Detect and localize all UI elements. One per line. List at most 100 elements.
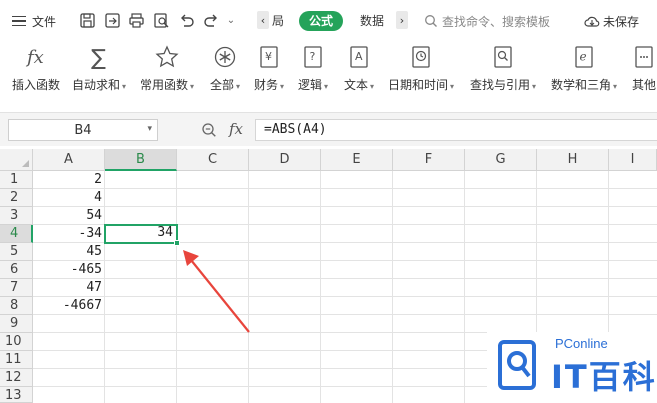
common-functions-label: 常用函数 (140, 78, 189, 92)
cell-a3[interactable]: 54 (33, 207, 105, 225)
file-menu-label: 文件 (32, 14, 57, 29)
sigma-icon: ∑ (86, 44, 112, 70)
row-header-8[interactable]: 8 (0, 297, 33, 315)
svg-text:A: A (355, 50, 363, 63)
quick-access-dropdown-icon[interactable]: ⌄ (226, 12, 236, 29)
row-header-13[interactable]: 13 (0, 387, 33, 403)
formula-input[interactable]: =ABS(A4) (255, 119, 657, 141)
redo-icon[interactable] (203, 12, 220, 29)
insert-function-button[interactable]: fx 插入函数 (12, 44, 60, 96)
cell-b4-selected[interactable]: 34 (104, 224, 178, 244)
column-header-f[interactable]: F (393, 149, 465, 171)
insert-function-label: 插入函数 (12, 78, 61, 92)
name-box[interactable]: B4 ▾ (8, 119, 158, 141)
cell-a4[interactable]: -34 (33, 225, 105, 243)
file-menu[interactable]: 文件 (12, 10, 56, 32)
formula-bar: B4 ▾ fx =ABS(A4) (0, 112, 657, 146)
autosum-label: 自动求和 (72, 78, 121, 92)
row-header-1[interactable]: 1 (0, 171, 33, 189)
search-icon (425, 15, 437, 27)
row-header-9[interactable]: 9 (0, 315, 33, 333)
cell-a8[interactable]: -4667 (33, 297, 105, 315)
cell-a5[interactable]: 45 (33, 243, 105, 261)
tab-scroll-left-icon[interactable]: ‹ (257, 11, 269, 29)
row-header-4[interactable]: 4 (0, 225, 33, 243)
print-preview-icon[interactable] (153, 12, 170, 29)
chevron-down-icon: ▾ (122, 82, 127, 91)
lookup-reference-button[interactable]: 查找与引用 ▾ (470, 44, 536, 96)
cloud-icon (584, 16, 600, 27)
chevron-down-icon: ▾ (190, 82, 195, 91)
column-header-a[interactable]: A (33, 149, 105, 171)
autosum-button[interactable]: ∑ 自动求和 ▾ (72, 44, 126, 96)
row-header-12[interactable]: 12 (0, 369, 33, 387)
financial-button[interactable]: ¥ 财务 ▾ (254, 44, 284, 96)
cell-a1[interactable]: 2 (33, 171, 105, 189)
column-header-g[interactable]: G (465, 149, 537, 171)
text-functions-button[interactable]: A 文本 ▾ (344, 44, 374, 96)
cell-a6[interactable]: -465 (33, 261, 105, 279)
other-functions-label: 其他 (631, 78, 656, 92)
lookup-reference-label: 查找与引用 (470, 78, 531, 92)
column-header-i[interactable]: I (609, 149, 657, 171)
row-header-3[interactable]: 3 (0, 207, 33, 225)
select-all-corner[interactable] (0, 149, 33, 171)
tab-scroll-right-icon[interactable]: › (396, 11, 408, 29)
zoom-icon[interactable] (201, 122, 217, 138)
save-icon[interactable] (79, 12, 96, 29)
text-functions-label: 文本 (344, 78, 369, 92)
column-header-c[interactable]: C (177, 149, 249, 171)
name-box-value: B4 (74, 122, 92, 138)
row-header-11[interactable]: 11 (0, 351, 33, 369)
annotation-arrow-icon (183, 250, 250, 333)
row-header-7[interactable]: 7 (0, 279, 33, 297)
hamburger-icon (12, 15, 26, 27)
star-icon (154, 44, 180, 70)
other-functions-button[interactable]: 其他 (631, 44, 657, 96)
common-functions-button[interactable]: 常用函数 ▾ (140, 44, 194, 96)
undo-icon[interactable] (178, 12, 195, 29)
cloud-save-status[interactable]: 未保存 (584, 11, 639, 31)
column-header-e[interactable]: E (321, 149, 393, 171)
all-functions-button[interactable]: 全部 ▾ (210, 44, 240, 96)
watermark-brand-small: PConline (555, 336, 608, 351)
watermark-brand-large: IT百科 (551, 358, 657, 396)
search-book-icon (490, 44, 516, 70)
export-icon[interactable] (104, 12, 121, 29)
cell-a2[interactable]: 4 (33, 189, 105, 207)
tab-data[interactable]: 数据 (360, 11, 384, 31)
tab-prev[interactable]: 局 (272, 11, 284, 31)
chevron-down-icon: ▾ (280, 82, 285, 91)
math-trig-label: 数学和三角 (551, 78, 612, 92)
math-book-icon: e (571, 44, 597, 70)
clock-book-icon (408, 44, 434, 70)
pconline-watermark: PConline IT百科 (487, 332, 657, 403)
fx-icon: fx (23, 44, 49, 70)
tab-formulas[interactable]: 公式 (299, 11, 344, 31)
row-header-2[interactable]: 2 (0, 189, 33, 207)
command-search[interactable]: 查找命令、搜索模板 (424, 11, 550, 31)
math-trig-button[interactable]: e 数学和三角 ▾ (551, 44, 617, 96)
svg-text:?: ? (310, 50, 316, 63)
financial-label: 财务 (254, 78, 279, 92)
asterisk-circle-icon (212, 44, 238, 70)
top-menu-bar: 文件 ⌄ ‹ 局 公式 数据 › 查找命令、搜索模板 未保存 (0, 0, 657, 40)
svg-text:fx: fx (25, 47, 44, 68)
logical-button[interactable]: ? 逻辑 ▾ (298, 44, 328, 96)
row-header-10[interactable]: 10 (0, 333, 33, 351)
row-header-6[interactable]: 6 (0, 261, 33, 279)
chevron-down-icon: ▾ (236, 82, 241, 91)
column-header-b[interactable]: B (105, 149, 177, 171)
cell-a7[interactable]: 47 (33, 279, 105, 297)
chevron-down-icon: ▾ (613, 82, 618, 91)
chevron-down-icon[interactable]: ▾ (147, 124, 152, 134)
yen-book-icon: ¥ (256, 44, 282, 70)
row-header-5[interactable]: 5 (0, 243, 33, 261)
column-header-d[interactable]: D (249, 149, 321, 171)
print-icon[interactable] (128, 12, 145, 29)
fx-icon[interactable]: fx (229, 120, 243, 138)
column-header-h[interactable]: H (537, 149, 609, 171)
date-time-label: 日期和时间 (388, 78, 449, 92)
chevron-down-icon: ▾ (324, 82, 329, 91)
date-time-button[interactable]: 日期和时间 ▾ (388, 44, 454, 96)
